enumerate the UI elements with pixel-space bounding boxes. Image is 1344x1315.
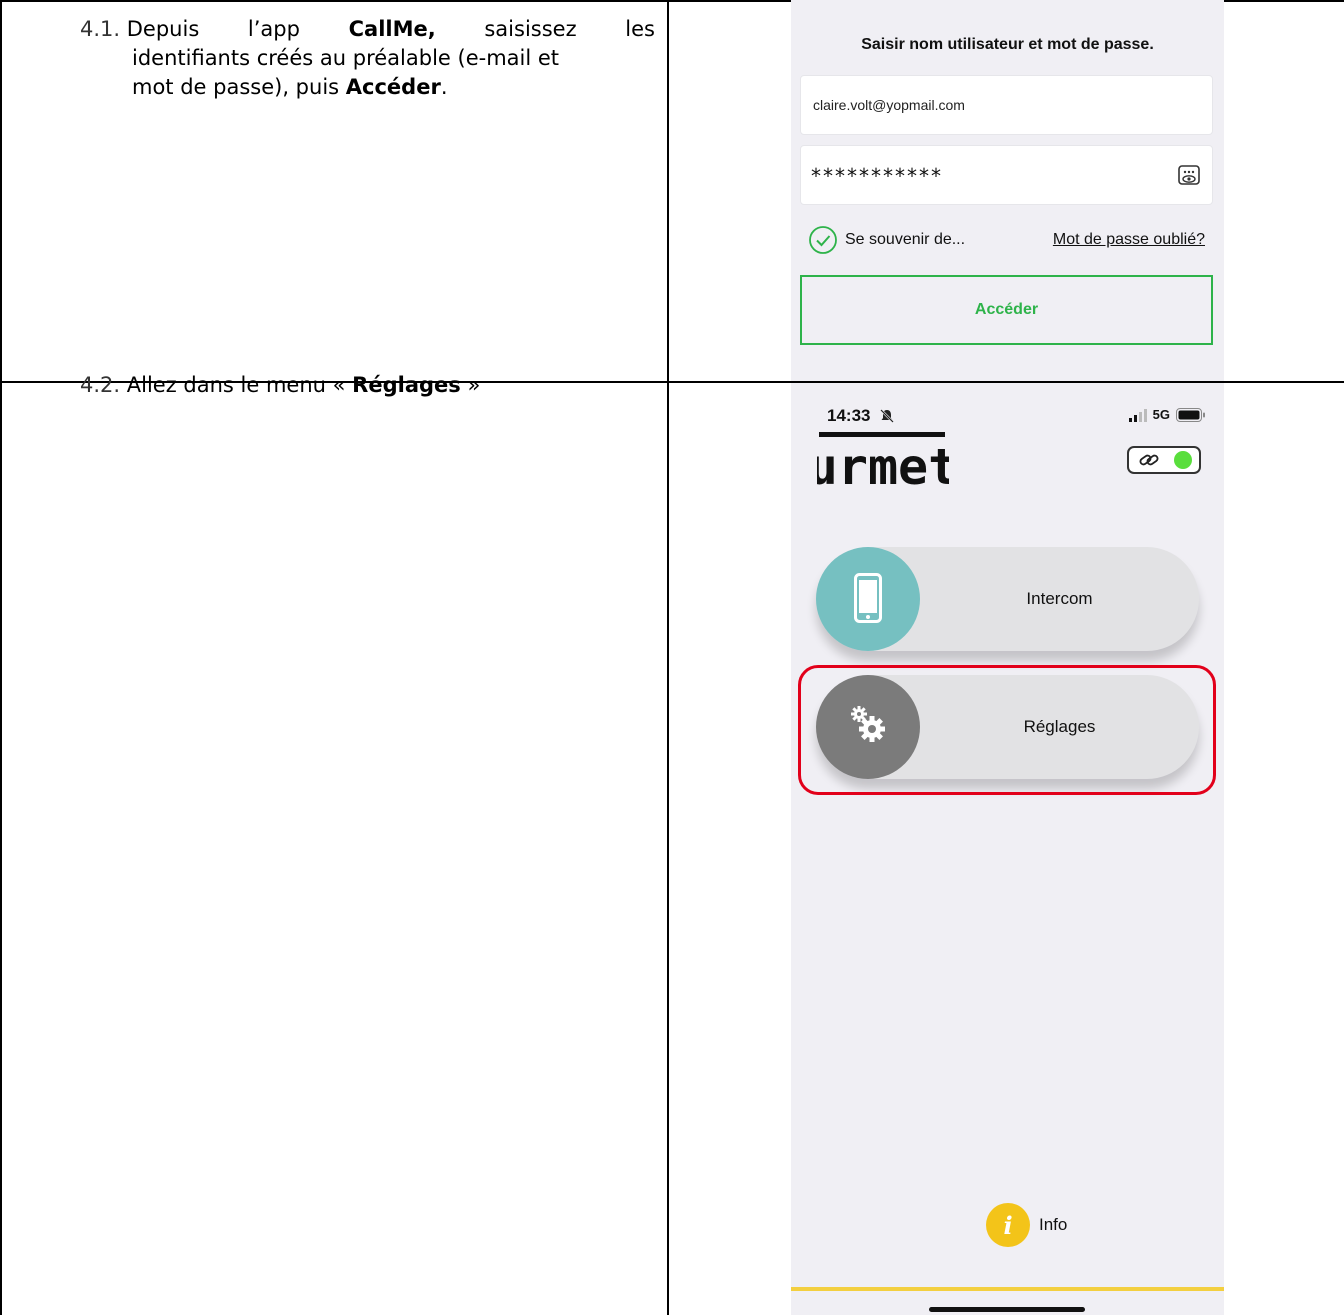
info-label: Info bbox=[1039, 1215, 1068, 1234]
step-word: Depuis bbox=[126, 17, 200, 41]
remember-me-label: Se souvenir de... bbox=[845, 231, 966, 248]
step-number: 4.2. bbox=[80, 373, 121, 397]
link-icon bbox=[1139, 454, 1159, 466]
step-4-1-line-2: identifiants créés au préalable (e-mail … bbox=[132, 46, 560, 70]
step-4-1-text: 4.1. Depuis l’app CallMe, saisissez les … bbox=[80, 15, 655, 102]
step-bold-keyword: Réglages bbox=[352, 373, 461, 397]
home-screenshot: 14:33 5G urmet Intercom Réglages i Info bbox=[791, 383, 1224, 1315]
info-button[interactable]: i Info bbox=[986, 1203, 1067, 1247]
table-left-border bbox=[0, 0, 2, 1315]
step-text: » bbox=[460, 373, 481, 397]
email-field[interactable]: claire.volt@yopmail.com bbox=[800, 75, 1213, 135]
home-indicator[interactable] bbox=[929, 1307, 1085, 1312]
email-value: claire.volt@yopmail.com bbox=[813, 97, 965, 113]
step-4-1-line-1: 4.1. Depuis l’app CallMe, saisissez les bbox=[80, 15, 655, 44]
step-word: saisissez bbox=[484, 17, 577, 41]
menu-intercom-label: Intercom bbox=[1026, 589, 1093, 608]
step-text: . bbox=[440, 75, 448, 99]
login-screenshot: Saisir nom utilisateur et mot de passe. … bbox=[791, 0, 1224, 381]
connection-status-dot bbox=[1174, 451, 1192, 469]
access-button-label: Accéder bbox=[974, 301, 1039, 318]
smartphone-icon bbox=[854, 573, 882, 623]
step-word: les bbox=[625, 17, 655, 41]
step-word: l’app bbox=[247, 17, 300, 41]
signal-icon bbox=[1128, 408, 1147, 422]
step-4-2-text: 4.2. Allez dans le menu « Réglages » bbox=[80, 371, 480, 400]
intercom-icon-circle bbox=[816, 547, 920, 651]
access-button[interactable]: Accéder bbox=[800, 275, 1213, 345]
checkmark-circle-icon bbox=[809, 226, 837, 254]
step-text: mot de passe), puis bbox=[132, 75, 346, 99]
step-4-1-line-3: mot de passe), puis Accéder. bbox=[80, 73, 655, 102]
table-column-divider bbox=[667, 0, 669, 1315]
step-number: 4.1. bbox=[80, 17, 121, 41]
status-time: 14:33 bbox=[827, 406, 871, 425]
status-indicators: 5G bbox=[1128, 407, 1206, 422]
network-type: 5G bbox=[1152, 407, 1170, 422]
show-password-icon[interactable] bbox=[1176, 163, 1202, 189]
urmet-logo: urmet bbox=[817, 432, 949, 490]
connection-toggle[interactable] bbox=[1127, 446, 1201, 474]
logo-wordmark: urmet bbox=[817, 438, 949, 490]
menu-intercom-button[interactable]: Intercom bbox=[816, 547, 1199, 651]
remember-me-toggle[interactable]: Se souvenir de... bbox=[808, 225, 965, 255]
highlight-box bbox=[798, 665, 1216, 795]
password-field[interactable]: *********** bbox=[800, 145, 1213, 205]
forgot-password-link[interactable]: Mot de passe oublié? bbox=[1053, 231, 1205, 249]
app-name: CallMe, bbox=[348, 17, 436, 41]
step-text: Allez dans le menu « bbox=[126, 373, 353, 397]
password-value: *********** bbox=[811, 164, 943, 188]
bell-muted-icon bbox=[880, 409, 894, 423]
step-bold-keyword: Accéder bbox=[345, 75, 441, 99]
battery-icon bbox=[1176, 407, 1205, 422]
login-title: Saisir nom utilisateur et mot de passe. bbox=[861, 36, 1154, 53]
info-icon: i bbox=[986, 1203, 1030, 1247]
bottom-accent-bar bbox=[791, 1287, 1224, 1291]
